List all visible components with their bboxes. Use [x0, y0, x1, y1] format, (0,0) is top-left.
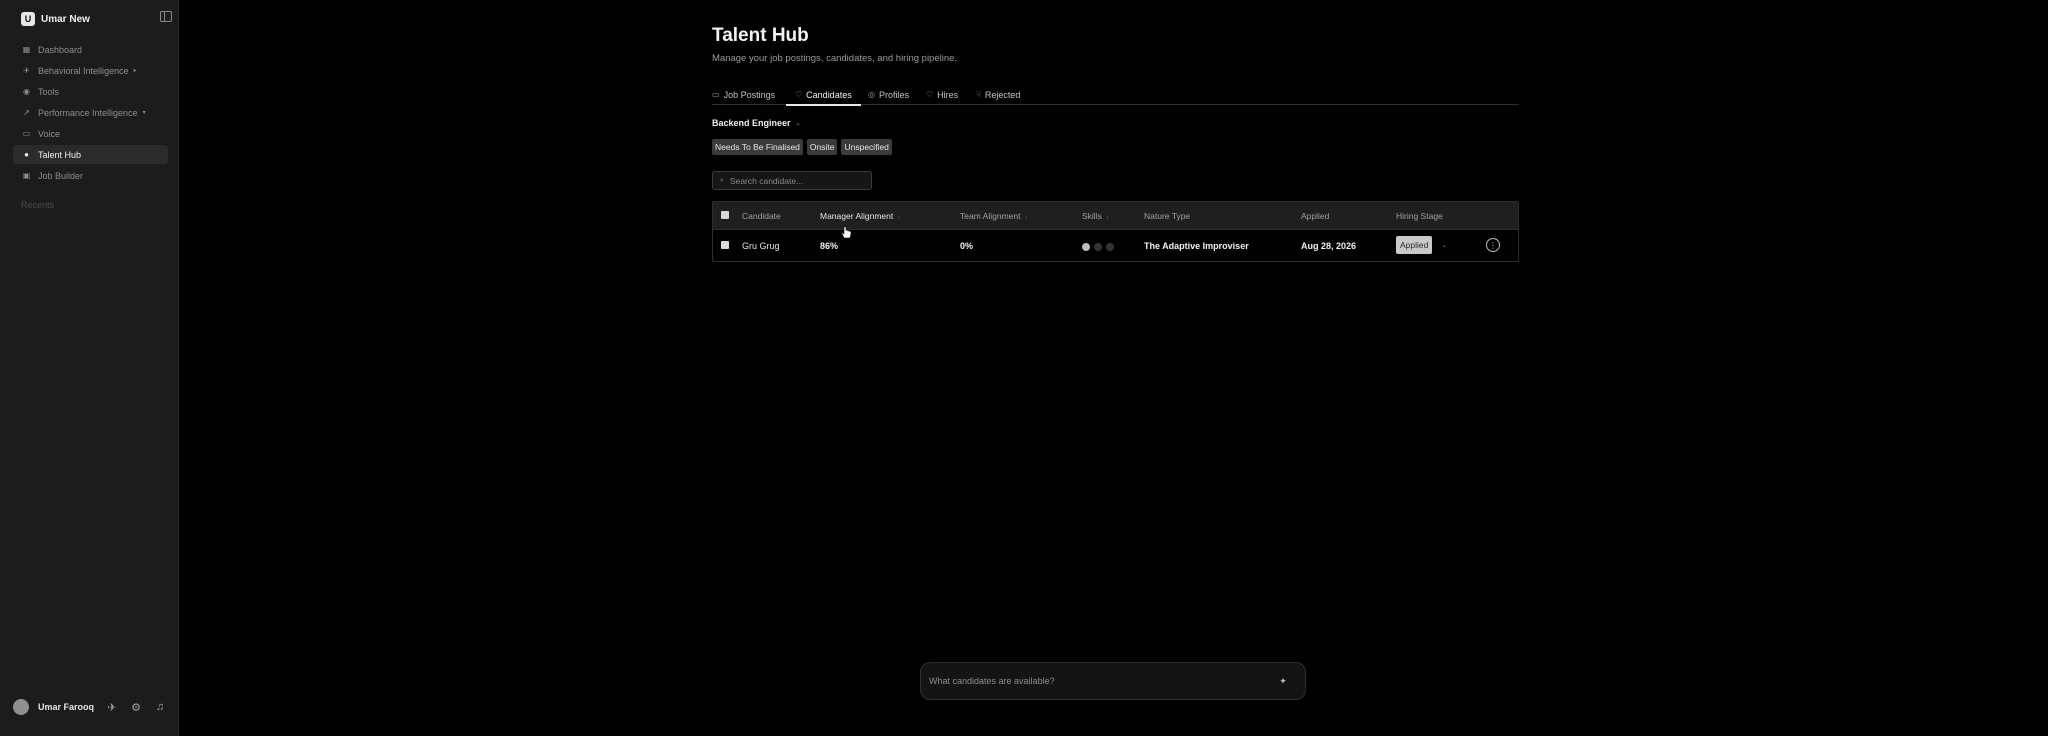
- column-header-candidate[interactable]: Candidate: [742, 211, 781, 221]
- user-name: Umar Farooq: [38, 702, 95, 712]
- gear-icon[interactable]: ⚙: [130, 701, 142, 714]
- sort-icon: ↕: [897, 215, 901, 221]
- briefcase-icon: ▣: [22, 170, 31, 180]
- sidebar-item-performance-intelligence[interactable]: ↗ Performance Intelligence ▾: [13, 103, 168, 122]
- applied-date: Aug 28, 2026: [1301, 241, 1357, 251]
- sidebar-item-label: Job Builder: [38, 170, 84, 181]
- candidate-name[interactable]: Gru Grug: [742, 241, 780, 251]
- sidebar-toggle-icon[interactable]: [160, 11, 172, 22]
- sidebar-item-dashboard[interactable]: ▦ Dashboard: [13, 40, 168, 59]
- user-icon: ●: [24, 149, 29, 159]
- hiring-stage-badge[interactable]: Applied: [1396, 236, 1433, 254]
- thumbs-down-icon: ☟: [976, 90, 981, 99]
- profile-icon: ◎: [868, 90, 875, 99]
- filter-chips: Needs To Be Finalised Onsite Unspecified: [712, 139, 892, 155]
- filter-chip[interactable]: Needs To Be Finalised: [712, 139, 803, 155]
- job-select-dropdown[interactable]: Backend Engineer ⌄: [712, 118, 801, 128]
- search-input[interactable]: [729, 175, 860, 186]
- tab-candidates[interactable]: ♡ Candidates: [786, 84, 861, 106]
- sidebar: U Umar New ▦ Dashboard ✈ Behavioral Inte…: [0, 0, 179, 736]
- sidebar-item-label: Dashboard: [38, 44, 83, 55]
- tab-rejected[interactable]: ☟ Rejected: [976, 84, 1020, 105]
- sidebar-item-label: Behavioral Intelligence: [38, 65, 129, 76]
- recents-heading: Recents: [21, 200, 55, 210]
- hand-cursor-icon: [841, 226, 852, 239]
- sidebar-item-job-builder[interactable]: ▣ Job Builder: [13, 166, 168, 185]
- tools-icon: ◉: [23, 86, 30, 96]
- search-icon: ⌕: [720, 176, 724, 184]
- tab-bar: ▭ Job Postings ♡ Candidates ◎ Profiles ♡…: [712, 84, 1519, 106]
- sidebar-item-label: Voice: [38, 128, 61, 139]
- sort-icon: ↕: [1105, 215, 1109, 221]
- column-header-applied[interactable]: Applied: [1301, 211, 1329, 221]
- job-select-value: Backend Engineer: [712, 118, 791, 128]
- sidebar-item-tools[interactable]: ◉ Tools: [13, 82, 168, 101]
- chat-icon: ▭: [22, 128, 31, 138]
- workspace-logo-icon: U: [21, 12, 35, 26]
- trend-icon: ↗: [23, 107, 30, 117]
- table-row[interactable]: Gru Grug 86% 0% The Adaptive Improviser …: [713, 231, 1518, 261]
- search-box: ⌕: [712, 171, 872, 190]
- sidebar-item-behavioral-intelligence[interactable]: ✈ Behavioral Intelligence ▸: [13, 61, 168, 80]
- row-checkbox[interactable]: [721, 241, 729, 249]
- sidebar-item-label: Tools: [38, 86, 60, 97]
- chat-input[interactable]: [929, 676, 1259, 686]
- rocket-icon[interactable]: ✈: [106, 701, 118, 714]
- chevron-down-icon[interactable]: ⌄: [1442, 242, 1447, 249]
- skill-dot: [1082, 243, 1090, 251]
- more-options-icon[interactable]: ⋮: [1486, 238, 1500, 252]
- chevron-down-icon: ▾: [142, 110, 146, 116]
- column-header-label: Team Alignment: [960, 211, 1021, 221]
- tab-job-postings[interactable]: ▭ Job Postings: [712, 84, 775, 105]
- skills-rating: [1082, 243, 1114, 251]
- tab-profiles[interactable]: ◎ Profiles: [868, 84, 909, 105]
- column-header-manager-alignment[interactable]: Manager Alignment ↕: [820, 211, 900, 221]
- chevron-right-icon: ▸: [133, 68, 137, 74]
- team-alignment-value: 0%: [960, 241, 974, 251]
- sidebar-nav: ▦ Dashboard ✈ Behavioral Intelligence ▸ …: [13, 40, 168, 187]
- column-header-label: Manager Alignment: [820, 211, 894, 221]
- send-icon[interactable]: ✦: [1277, 675, 1289, 687]
- filter-chip[interactable]: Onsite: [806, 139, 838, 155]
- tab-hires[interactable]: ♡ Hires: [926, 84, 958, 105]
- page-title: Talent Hub: [712, 25, 809, 46]
- workspace-name: Umar New: [41, 13, 90, 25]
- column-header-label: Skills: [1082, 211, 1102, 221]
- chevron-down-icon: ⌄: [795, 120, 801, 127]
- tab-label: Hires: [937, 89, 959, 100]
- filter-chip[interactable]: Unspecified: [841, 139, 892, 155]
- tab-label: Job Postings: [723, 89, 776, 100]
- sort-icon: ↕: [1024, 215, 1028, 221]
- sidebar-item-voice[interactable]: ▭ Voice: [13, 124, 168, 143]
- candidates-table: Candidate Manager Alignment ↕ Team Alignm…: [712, 201, 1519, 262]
- manager-alignment-value: 86%: [820, 241, 839, 251]
- grid-icon: ▦: [22, 44, 31, 54]
- skill-dot: [1094, 243, 1102, 251]
- user-menu[interactable]: Umar Farooq ✈ ⚙ ♫: [13, 699, 166, 715]
- column-header-skills[interactable]: Skills ↕: [1082, 211, 1109, 221]
- select-all-checkbox[interactable]: [721, 211, 729, 219]
- bell-icon[interactable]: ♫: [154, 701, 166, 713]
- table-header: Candidate Manager Alignment ↕ Team Alignm…: [713, 202, 1518, 230]
- users-icon: ♡: [795, 90, 803, 99]
- sidebar-item-label: Talent Hub: [38, 149, 82, 160]
- column-header-nature-type[interactable]: Nature Type: [1144, 211, 1190, 221]
- page-subtitle: Manage your job postings, candidates, an…: [712, 53, 958, 64]
- column-header-hiring-stage[interactable]: Hiring Stage: [1396, 211, 1443, 221]
- tab-label: Profiles: [878, 89, 909, 100]
- sidebar-item-label: Performance Intelligence: [38, 107, 138, 118]
- nature-type-value: The Adaptive Improviser: [1144, 241, 1249, 251]
- chat-input-box: ✦: [920, 662, 1306, 700]
- tab-label: Candidates: [806, 89, 852, 100]
- sidebar-item-talent-hub[interactable]: ● Talent Hub: [13, 145, 168, 164]
- column-header-team-alignment[interactable]: Team Alignment ↕: [960, 211, 1027, 221]
- briefcase-icon: ▭: [712, 90, 720, 99]
- workspace-switcher[interactable]: U Umar New: [21, 11, 90, 27]
- rocket-icon: ✈: [23, 65, 30, 75]
- tab-label: Rejected: [984, 89, 1021, 100]
- handshake-icon: ♡: [926, 90, 934, 99]
- skill-dot: [1106, 243, 1114, 251]
- avatar[interactable]: [13, 699, 29, 715]
